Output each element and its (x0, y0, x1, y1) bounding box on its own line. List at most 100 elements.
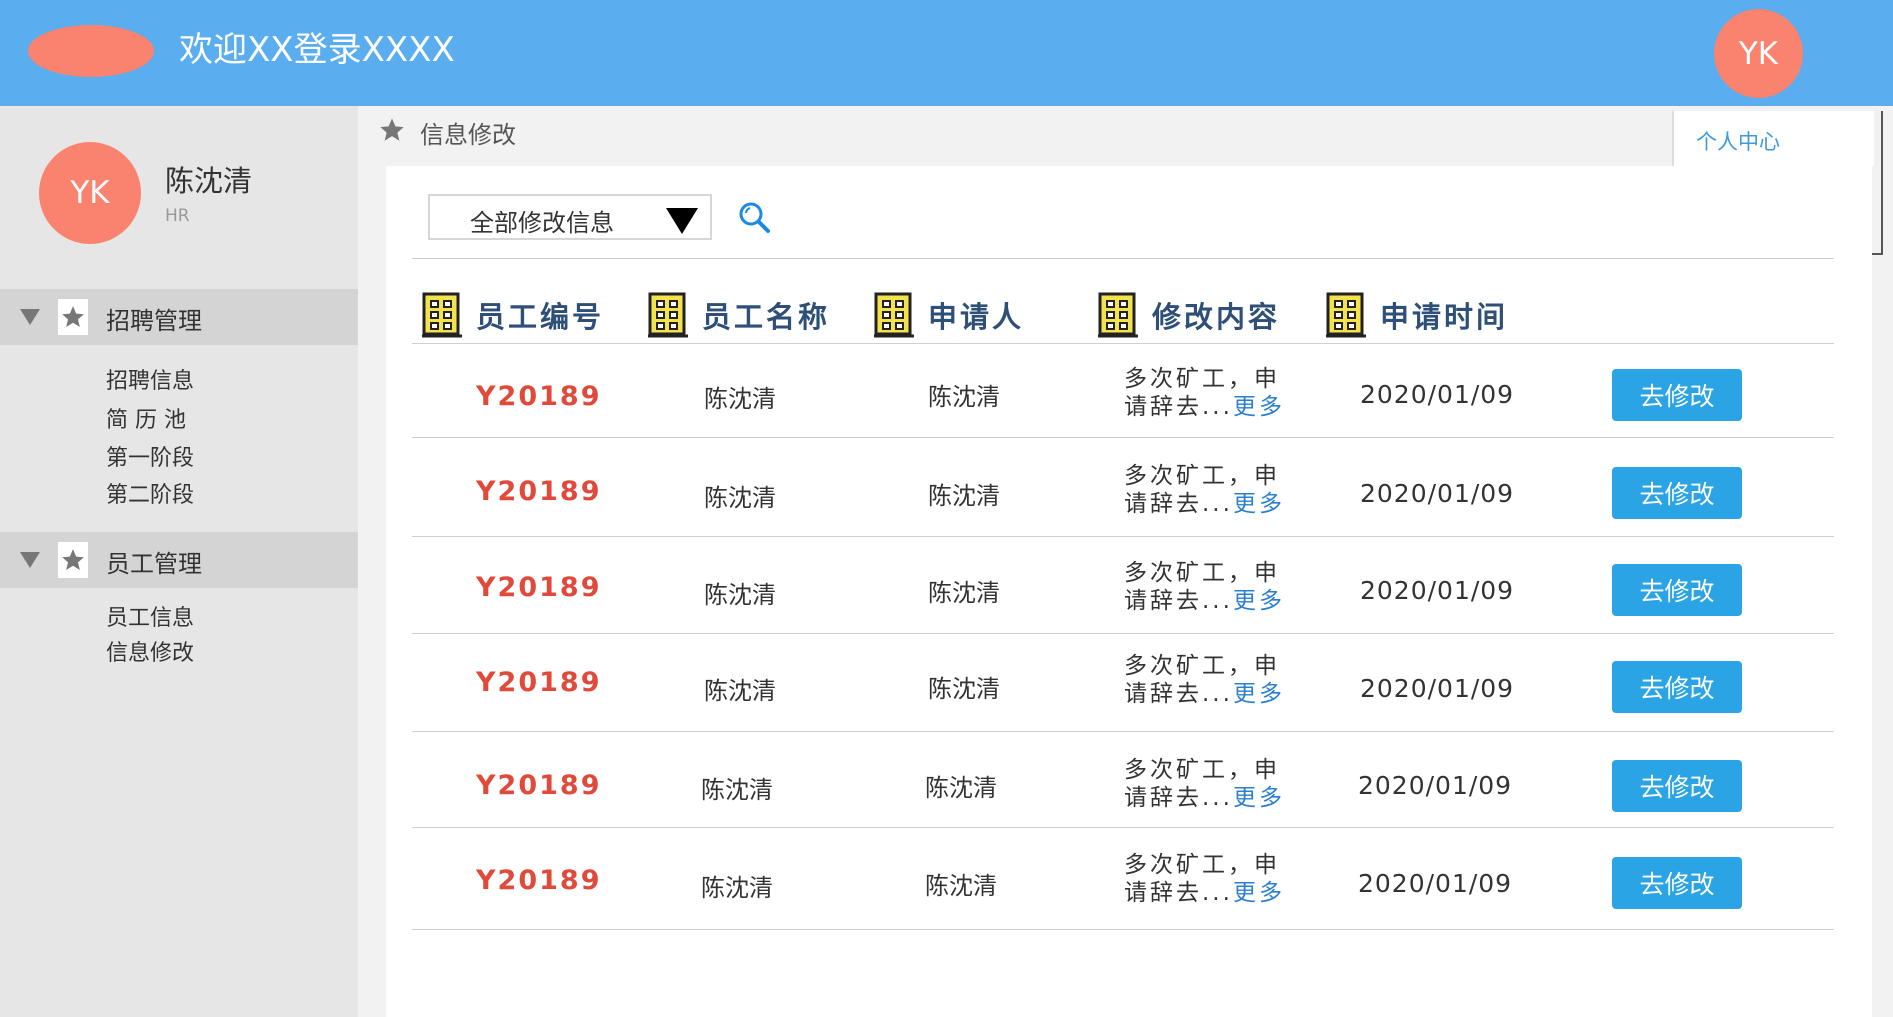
caret-down-icon (20, 309, 40, 325)
applicant-name: 陈沈清 (928, 579, 1000, 607)
building-icon (874, 292, 914, 338)
column-header-apply-time[interactable]: 申请时间 (1326, 288, 1508, 342)
building-icon (648, 292, 688, 338)
panel-edge (1872, 111, 1883, 255)
sidebar: YK 陈沈清 HR 招聘管理 招聘信息 简 历 池 第一阶段 第二阶段 员工管理… (0, 106, 358, 1017)
column-header-employee-name[interactable]: 员工名称 (648, 288, 830, 342)
edit-button[interactable]: 去修改 (1612, 857, 1742, 909)
star-icon (58, 542, 88, 578)
caret-down-icon (20, 552, 40, 568)
breadcrumb: 信息修改 (378, 116, 516, 149)
employee-id: Y20189 (476, 667, 602, 698)
applicant-name: 陈沈清 (928, 383, 1000, 411)
edit-button[interactable]: 去修改 (1612, 760, 1742, 812)
table-row: Y20189 陈沈清 陈沈清 多次矿工，申 请辞去...更多 2020/01/09… (412, 438, 1834, 537)
apply-date: 2020/01/09 (1360, 380, 1515, 409)
column-header-label: 申请时间 (1380, 300, 1509, 334)
profile-avatar: YK (39, 142, 141, 244)
nav-group-employee[interactable]: 员工管理 (0, 532, 358, 588)
profile-role: HR (165, 206, 190, 226)
sidebar-item-recruitment-info[interactable]: 招聘信息 (106, 363, 194, 395)
app-logo[interactable] (28, 25, 154, 77)
table-row: Y20189 陈沈清 陈沈清 多次矿工，申 请辞去...更多 2020/01/09… (412, 634, 1834, 732)
table-row: Y20189 陈沈清 陈沈清 多次矿工，申 请辞去...更多 2020/01/09… (412, 348, 1834, 438)
employee-name: 陈沈清 (701, 776, 773, 804)
employee-id: Y20189 (476, 572, 602, 603)
column-header-label: 修改内容 (1152, 300, 1281, 334)
change-content-text: 多次矿工，申 (1124, 757, 1280, 783)
sidebar-item-employee-info[interactable]: 员工信息 (106, 600, 194, 632)
sidebar-item-stage-two[interactable]: 第二阶段 (106, 477, 194, 509)
apply-date: 2020/01/09 (1358, 869, 1513, 898)
apply-date: 2020/01/09 (1360, 479, 1515, 508)
profile-name: 陈沈清 (165, 164, 253, 198)
more-link[interactable]: 更多 (1233, 681, 1285, 707)
change-content-text: 请辞去... (1124, 681, 1233, 707)
personal-center-label: 个人中心 (1696, 130, 1780, 154)
star-icon (378, 116, 406, 148)
more-link[interactable]: 更多 (1233, 588, 1285, 614)
applicant-name: 陈沈清 (925, 774, 997, 802)
change-content-text: 多次矿工，申 (1124, 852, 1280, 878)
change-content-text: 多次矿工，申 (1124, 463, 1280, 489)
column-header-applicant[interactable]: 申请人 (874, 288, 1024, 342)
top-bar: 欢迎XX登录XXXX YK (0, 0, 1893, 106)
user-avatar[interactable]: YK (1714, 9, 1803, 98)
employee-name: 陈沈清 (704, 385, 776, 413)
filter-divider (412, 258, 1834, 259)
change-content: 多次矿工，申 请辞去...更多 (1124, 851, 1285, 907)
page-title: 信息修改 (420, 120, 516, 149)
more-link[interactable]: 更多 (1233, 880, 1285, 906)
change-content-text: 请辞去... (1124, 880, 1233, 906)
row-divider (412, 929, 1834, 930)
app-title: 欢迎XX登录XXXX (179, 30, 455, 70)
column-header-label: 员工名称 (702, 300, 831, 334)
employee-id: Y20189 (476, 381, 602, 412)
change-content-text: 请辞去... (1124, 491, 1233, 517)
edit-button[interactable]: 去修改 (1612, 369, 1742, 421)
nav-group-label: 员工管理 (106, 550, 202, 578)
column-header-label: 员工编号 (476, 300, 605, 334)
change-content: 多次矿工，申 请辞去...更多 (1124, 756, 1285, 812)
column-header-label: 申请人 (928, 300, 1025, 334)
sidebar-item-stage-one[interactable]: 第一阶段 (106, 440, 194, 472)
edit-button[interactable]: 去修改 (1612, 661, 1742, 713)
applicant-name: 陈沈清 (928, 675, 1000, 703)
building-icon (1098, 292, 1138, 338)
caret-down-icon (666, 208, 698, 234)
edit-button[interactable]: 去修改 (1612, 467, 1742, 519)
sidebar-item-info-edit[interactable]: 信息修改 (106, 635, 194, 667)
applicant-name: 陈沈清 (925, 872, 997, 900)
change-content: 多次矿工，申 请辞去...更多 (1124, 365, 1285, 421)
employee-name: 陈沈清 (704, 484, 776, 512)
personal-center-tab[interactable]: 个人中心 (1672, 111, 1874, 166)
change-content-text: 多次矿工，申 (1124, 653, 1280, 679)
change-content-text: 请辞去... (1124, 588, 1233, 614)
filter-selected-value: 全部修改信息 (470, 209, 614, 237)
table-row: Y20189 陈沈清 陈沈清 多次矿工，申 请辞去...更多 2020/01/09… (412, 537, 1834, 634)
employee-id: Y20189 (476, 770, 602, 801)
table-row: Y20189 陈沈清 陈沈清 多次矿工，申 请辞去...更多 2020/01/09… (412, 732, 1834, 828)
change-content-text: 请辞去... (1124, 394, 1233, 420)
header-divider (412, 343, 1834, 344)
edit-button[interactable]: 去修改 (1612, 564, 1742, 616)
employee-name: 陈沈清 (704, 677, 776, 705)
column-header-change-content[interactable]: 修改内容 (1098, 288, 1280, 342)
search-button[interactable] (737, 200, 773, 236)
applicant-name: 陈沈清 (928, 482, 1000, 510)
change-content-text: 多次矿工，申 (1124, 560, 1280, 586)
more-link[interactable]: 更多 (1233, 491, 1285, 517)
change-content-text: 多次矿工，申 (1124, 366, 1280, 392)
filter-dropdown[interactable]: 全部修改信息 (428, 194, 712, 240)
building-icon (1326, 292, 1366, 338)
building-icon (422, 292, 462, 338)
nav-group-recruitment[interactable]: 招聘管理 (0, 289, 358, 345)
change-content: 多次矿工，申 请辞去...更多 (1124, 462, 1285, 518)
more-link[interactable]: 更多 (1233, 394, 1285, 420)
more-link[interactable]: 更多 (1233, 785, 1285, 811)
sidebar-item-resume-pool[interactable]: 简 历 池 (106, 402, 186, 434)
nav-group-label: 招聘管理 (106, 307, 202, 335)
column-header-employee-id[interactable]: 员工编号 (422, 288, 604, 342)
table-row: Y20189 陈沈清 陈沈清 多次矿工，申 请辞去...更多 2020/01/09… (412, 828, 1834, 930)
apply-date: 2020/01/09 (1360, 576, 1515, 605)
